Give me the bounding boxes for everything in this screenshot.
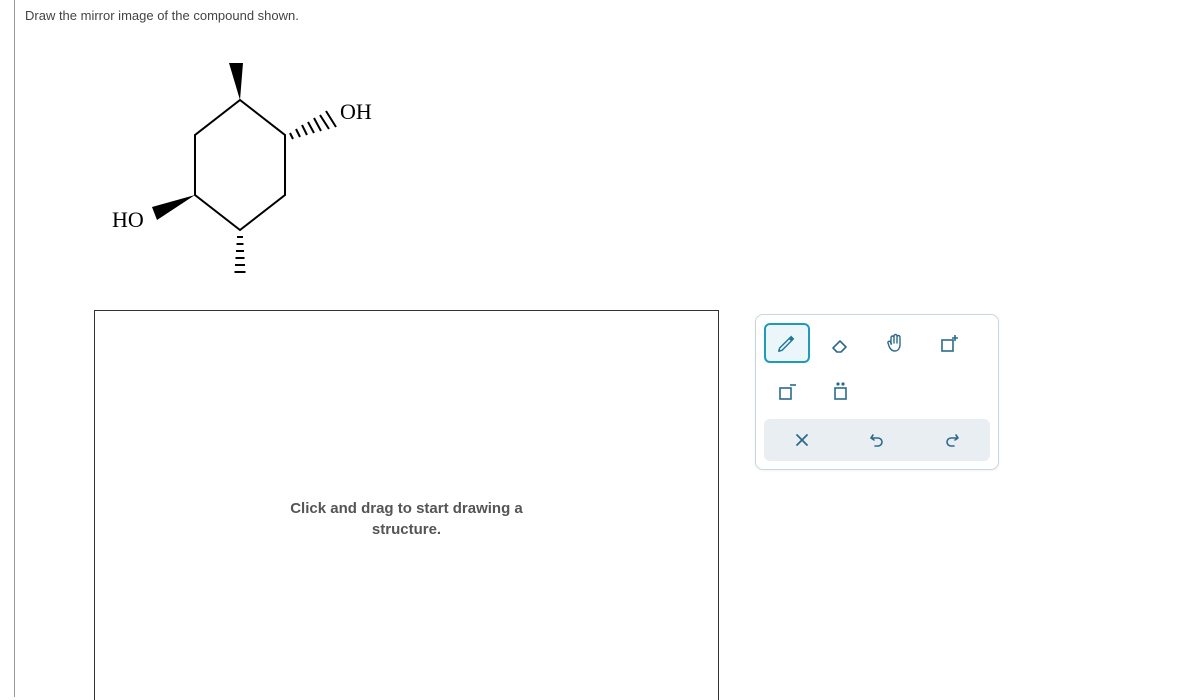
redo-button[interactable] [919,423,986,457]
redo-icon [943,431,961,449]
drawing-toolbar [755,314,999,470]
toolbar-actions [764,419,990,461]
hand-icon [883,331,907,355]
undo-button[interactable] [843,423,910,457]
left-border [14,0,15,697]
close-icon [794,432,810,448]
lone-pair-icon [829,379,853,403]
pencil-tool[interactable] [764,323,810,363]
eraser-tool[interactable] [818,323,864,363]
charge-minus-icon [775,379,799,403]
canvas-hint-line2: structure. [372,521,441,538]
molecule-structure: OH HO [40,55,460,305]
label-ho: HO [112,207,144,232]
eraser-icon [829,331,853,355]
undo-icon [868,431,886,449]
charge-plus-icon [937,331,961,355]
canvas-hint: Click and drag to start drawing a struct… [94,498,719,540]
lone-pair-tool[interactable] [818,371,864,411]
prompt-text: Draw the mirror image of the compound sh… [25,8,299,23]
toolbar-row-1 [764,323,990,363]
toolbar-row-2 [764,371,990,411]
charge-plus-tool[interactable] [926,323,972,363]
close-button[interactable] [768,423,835,457]
pencil-icon [776,332,798,354]
charge-minus-tool[interactable] [764,371,810,411]
label-oh: OH [340,99,372,124]
canvas-hint-line1: Click and drag to start drawing a [290,500,523,517]
move-tool[interactable] [872,323,918,363]
